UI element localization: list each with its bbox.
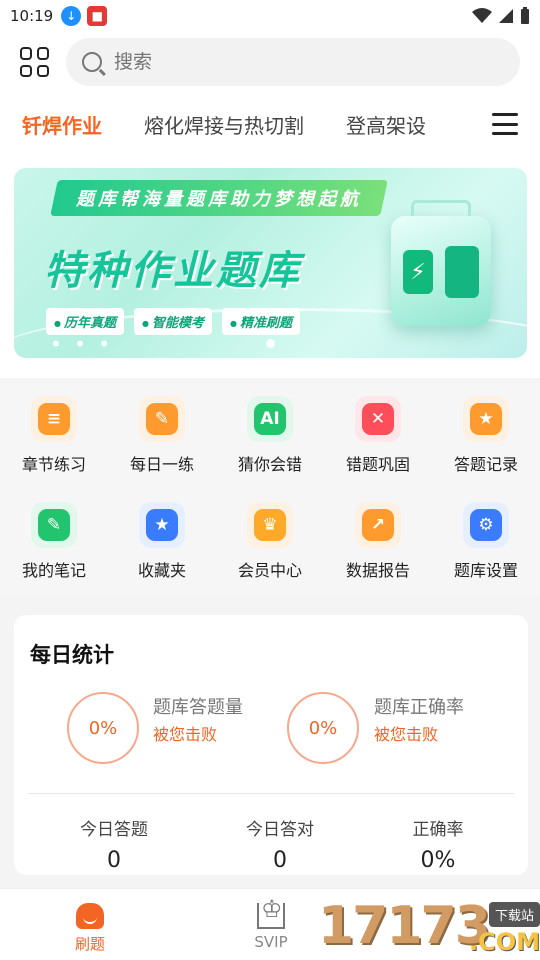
app-notification-icon: ■ bbox=[87, 6, 108, 26]
today-correct-value: 0 bbox=[273, 848, 287, 873]
today-answered: 今日答题 0 bbox=[44, 815, 184, 873]
feature-wrong[interactable]: ✕ 错题巩固 bbox=[324, 382, 432, 482]
feature-note[interactable]: ✎ 我的笔记 bbox=[0, 488, 108, 588]
battery-device-illustration: ⚡ bbox=[391, 200, 491, 326]
stats-title: 每日统计 bbox=[30, 643, 114, 667]
watermark-badge: 下载站 bbox=[488, 902, 540, 927]
watermark-domain: .COM bbox=[468, 928, 540, 956]
tab-svip[interactable]: SVIP bbox=[221, 889, 321, 960]
practice-icon bbox=[76, 903, 104, 929]
tab-brazing[interactable]: 钎焊作业 bbox=[22, 110, 102, 139]
vip-icon: ♛ bbox=[247, 502, 293, 548]
tab-practice-label: 刷题 bbox=[74, 935, 105, 953]
banner-section: 题库帮海量题库助力梦想起航 特种作业题库 历年真题 智能模考 精准刷题 ⚡ • … bbox=[0, 156, 540, 378]
promo-banner[interactable]: 题库帮海量题库助力梦想起航 特种作业题库 历年真题 智能模考 精准刷题 ⚡ • … bbox=[14, 168, 527, 358]
feature-settings[interactable]: ⚙ 题库设置 bbox=[432, 488, 540, 588]
banner-title: 特种作业题库 bbox=[44, 248, 302, 294]
answer-volume-sub: 被您击败 bbox=[153, 725, 218, 744]
battery-icon bbox=[521, 7, 529, 24]
daily-stats-card: 每日统计 0% 题库答题量 被您击败 0% 题库正确率 被您击败 今日答题 0 … bbox=[14, 615, 528, 875]
banner-tags: 历年真题 智能模考 精准刷题 bbox=[46, 308, 300, 335]
note-icon: ✎ bbox=[31, 502, 77, 548]
wrong-icon: ✕ bbox=[355, 396, 401, 442]
report-icon: ↗ bbox=[355, 502, 401, 548]
feature-vip[interactable]: ♛ 会员中心 bbox=[216, 488, 324, 588]
feature-ai[interactable]: AI 猜你会错 bbox=[216, 382, 324, 482]
search-icon bbox=[82, 52, 102, 72]
wifi-icon bbox=[472, 8, 492, 23]
status-time: 10:19 bbox=[10, 7, 54, 25]
feature-record[interactable]: ★ 答题记录 bbox=[432, 382, 540, 482]
tab-practice[interactable]: 刷题 bbox=[40, 889, 140, 960]
accuracy-rate-label: 正确率 bbox=[412, 820, 464, 840]
answer-volume-label: 题库答题量 bbox=[153, 697, 243, 718]
site-watermark: 17173 下载站 .COM bbox=[318, 896, 540, 960]
accuracy-circle: 0% bbox=[287, 692, 359, 764]
today-correct: 今日答对 0 bbox=[210, 815, 350, 873]
tab-welding-cutting[interactable]: 熔化焊接与热切割 bbox=[144, 110, 304, 139]
accuracy-rate: 正确率 0% bbox=[368, 815, 508, 873]
banner-dots-decoration: • • • bbox=[50, 332, 114, 356]
category-tabs: 钎焊作业 熔化焊接与热切割 登高架设 bbox=[0, 92, 540, 156]
settings-icon: ⚙ bbox=[463, 502, 509, 548]
lightning-icon: ⚡ bbox=[403, 250, 433, 294]
today-answered-value: 0 bbox=[107, 848, 121, 873]
feature-daily[interactable]: ✎ 每日一练 bbox=[108, 382, 216, 482]
daily-icon: ✎ bbox=[139, 396, 185, 442]
banner-ribbon-text: 题库帮海量题库助力梦想起航 bbox=[76, 189, 362, 210]
accuracy-sub: 被您击败 bbox=[374, 725, 439, 744]
status-bar: 10:19 ↓ ■ bbox=[0, 0, 540, 32]
chapter-icon: ≡ bbox=[31, 396, 77, 442]
menu-icon[interactable] bbox=[492, 113, 518, 135]
search-input[interactable] bbox=[114, 51, 414, 73]
download-notification-icon: ↓ bbox=[61, 6, 82, 26]
record-icon: ★ bbox=[463, 396, 509, 442]
banner-ribbon: 题库帮海量题库助力梦想起航 bbox=[50, 180, 388, 216]
search-box[interactable] bbox=[66, 38, 520, 86]
accuracy-label: 题库正确率 bbox=[374, 697, 464, 718]
today-correct-label: 今日答对 bbox=[246, 820, 314, 840]
banner-tag: 精准刷题 bbox=[222, 308, 300, 335]
feature-label: 错题巩固 bbox=[345, 455, 410, 474]
feature-label: 会员中心 bbox=[237, 561, 302, 580]
banner-tag: 智能模考 bbox=[134, 308, 212, 335]
feature-label: 每日一练 bbox=[129, 455, 194, 474]
signal-icon bbox=[499, 9, 513, 23]
watermark-number: 17173 bbox=[318, 896, 491, 956]
feature-label: 答题记录 bbox=[453, 455, 518, 474]
feature-label: 数据报告 bbox=[345, 561, 410, 580]
category-grid-icon[interactable] bbox=[20, 47, 50, 77]
carousel-indicator[interactable] bbox=[266, 339, 275, 348]
crown-icon bbox=[257, 895, 285, 929]
stats-divider bbox=[28, 793, 514, 794]
ai-icon: AI bbox=[247, 396, 293, 442]
banner-tag: 历年真题 bbox=[46, 308, 124, 335]
top-bar bbox=[0, 32, 540, 92]
accuracy-rate-value: 0% bbox=[420, 848, 456, 873]
feature-label: 收藏夹 bbox=[137, 561, 186, 580]
feature-label: 题库设置 bbox=[453, 561, 518, 580]
feature-label: 猜你会错 bbox=[237, 455, 302, 474]
today-answered-label: 今日答题 bbox=[80, 820, 148, 840]
answer-volume-circle: 0% bbox=[67, 692, 139, 764]
feature-label: 章节练习 bbox=[21, 455, 86, 474]
tab-height-work[interactable]: 登高架设 bbox=[346, 110, 426, 139]
favorite-icon: ★ bbox=[139, 502, 185, 548]
feature-chapter[interactable]: ≡ 章节练习 bbox=[0, 382, 108, 482]
feature-grid: ≡ 章节练习 ✎ 每日一练 AI 猜你会错 ✕ 错题巩固 ★ 答题记录 ✎ 我的笔记 ★ 收藏夹 ♛ 会员中心… bbox=[0, 382, 540, 596]
feature-label: 我的笔记 bbox=[21, 561, 86, 580]
feature-favorite[interactable]: ★ 收藏夹 bbox=[108, 488, 216, 588]
feature-report[interactable]: ↗ 数据报告 bbox=[324, 488, 432, 588]
tab-svip-label: SVIP bbox=[254, 933, 288, 951]
